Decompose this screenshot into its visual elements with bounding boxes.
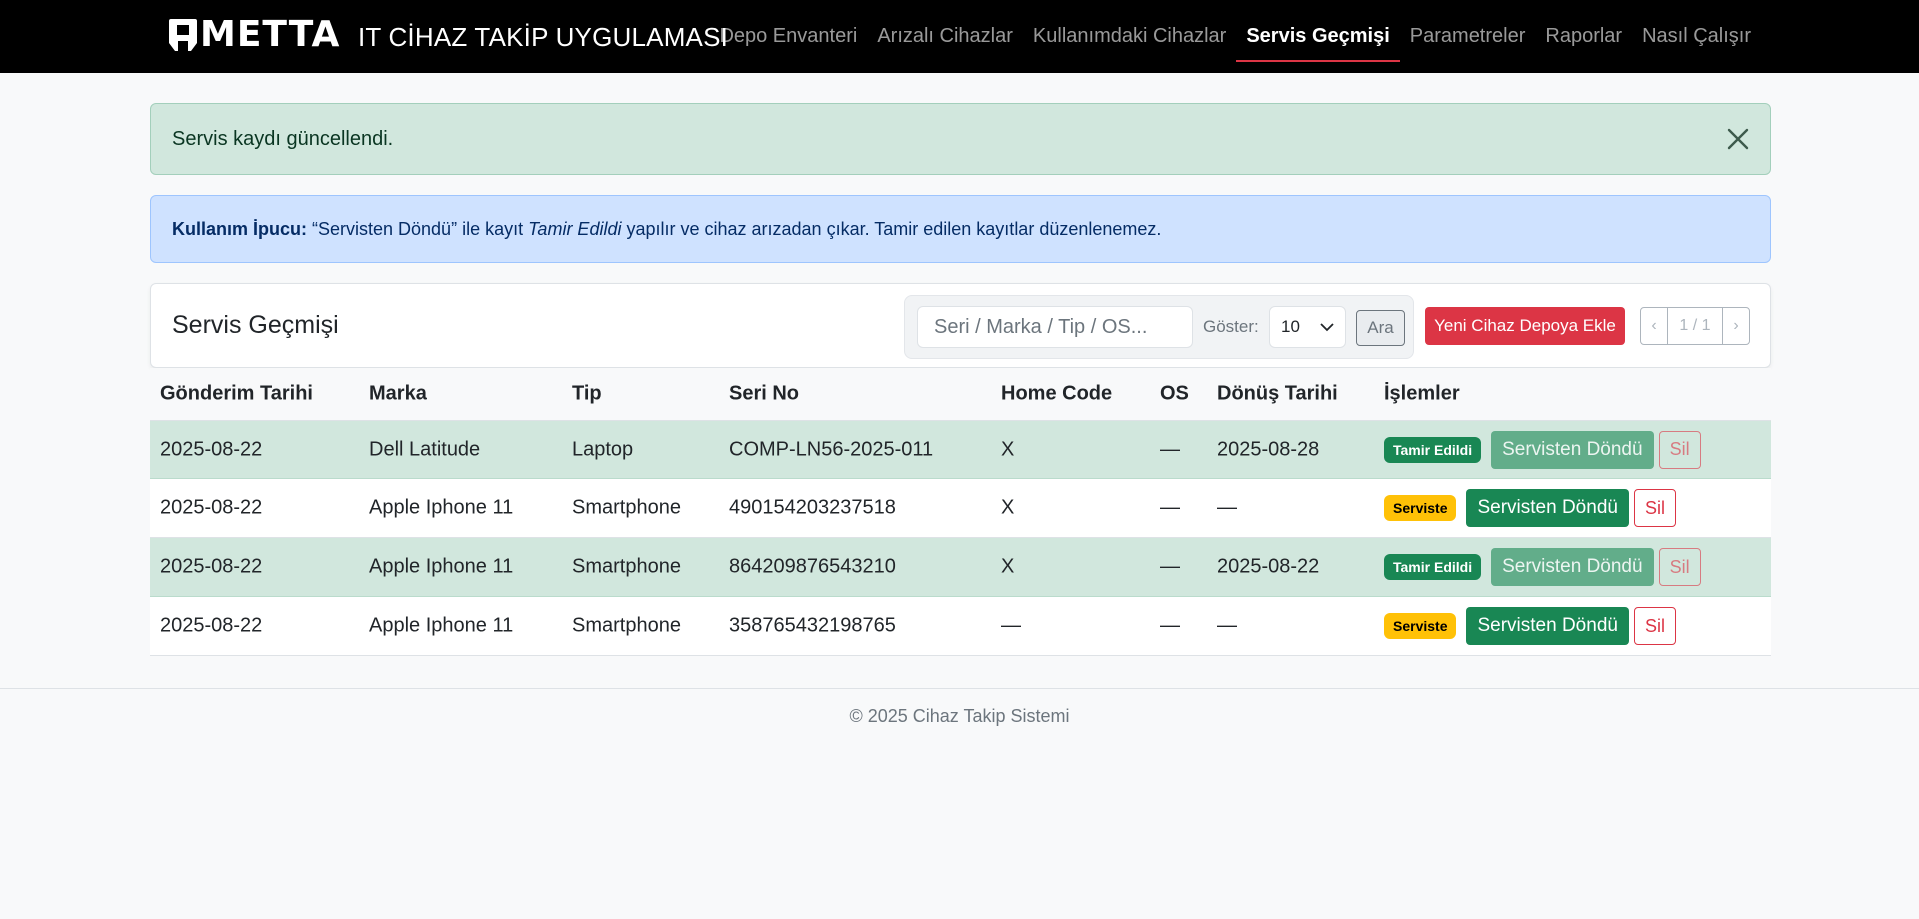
return-date-cell: — <box>1217 614 1237 637</box>
os-cell: — <box>1160 496 1180 519</box>
top-navbar: METTA IT CİHAZ TAKİP UYGULAMASI Depo Env… <box>0 0 1919 73</box>
column-header: Seri No <box>729 382 800 405</box>
delete-button[interactable]: Sil <box>1633 607 1676 645</box>
nav-link-6[interactable]: Nasıl Çalışır <box>1632 0 1761 73</box>
success-alert: Servis kaydı güncellendi. <box>150 103 1771 175</box>
brand-logo[interactable]: METTA <box>168 16 340 54</box>
type-cell: Smartphone <box>572 614 681 637</box>
page-info: 1 / 1 <box>1667 308 1723 344</box>
column-header: OS <box>1160 382 1189 405</box>
nav-link-4[interactable]: Parametreler <box>1400 0 1536 73</box>
home-code-cell: X <box>1001 496 1015 519</box>
column-header: Dönüş Tarihi <box>1217 382 1338 405</box>
pagination: ‹ 1 / 1 › <box>1640 307 1750 345</box>
nav-link-0[interactable]: Depo Envanteri <box>709 0 867 73</box>
actions-cell: Tamir Edildi Servisten Döndü Sil <box>1384 548 1701 586</box>
actions-cell: Serviste Servisten Döndü Sil <box>1384 607 1676 645</box>
return-date-cell: 2025-08-28 <box>1217 438 1320 460</box>
brand-cell: Apple Iphone 11 <box>369 555 514 578</box>
table-row: 2025-08-22 Apple Iphone 11 Smartphone 35876… <box>150 597 1771 656</box>
column-header: Gönderim Tarihi <box>160 382 313 405</box>
actions-cell: Serviste Servisten Döndü Sil <box>1384 489 1676 527</box>
status-badge: Tamir Edildi <box>1384 554 1482 580</box>
brand-cell: Apple Iphone 11 <box>369 496 514 519</box>
nav-link-5[interactable]: Raporlar <box>1535 0 1632 73</box>
main-nav: Depo Envanteri Arızalı Cihazlar Kullanımda… <box>709 0 1761 73</box>
brand-cell: Apple Iphone 11 <box>369 614 514 637</box>
sent-date-cell: 2025-08-22 <box>160 496 263 519</box>
success-message: Servis kaydı güncellendi. <box>172 127 394 150</box>
return-date-cell: 2025-08-22 <box>1217 555 1320 578</box>
nav-link-3[interactable]: Servis Geçmişi <box>1236 0 1401 73</box>
return-from-service-button[interactable]: Servisten Döndü <box>1491 430 1654 469</box>
actions-cell: Tamir Edildi Servisten Döndü Sil <box>1384 430 1701 469</box>
close-icon[interactable] <box>1724 125 1752 153</box>
page-size-value: 10 <box>1281 317 1300 336</box>
table-header: Gönderim Tarihi Marka Tip Seri No Home Code O… <box>150 368 1771 420</box>
column-header: İşlemler <box>1384 382 1460 405</box>
metta-logo-icon <box>169 19 197 51</box>
tip-alert: Kullanım İpucu: “Servisten Döndü” ile ka… <box>150 195 1771 263</box>
return-from-service-button[interactable]: Servisten Döndü <box>1491 548 1654 586</box>
status-badge: Tamir Edildi <box>1384 436 1482 463</box>
nav-link-2[interactable]: Kullanımdaki Cihazlar <box>1023 0 1236 73</box>
tip-text-2: yapılır ve cihaz arızadan çıkar. Tamir e… <box>626 218 1162 239</box>
serial-cell: 358765432198765 <box>729 614 896 637</box>
serial-cell: COMP-LN56-2025-011 <box>729 438 934 460</box>
footer-text: © 2025 Cihaz Takip Sistemi <box>849 706 1070 726</box>
return-from-service-button[interactable]: Servisten Döndü <box>1466 489 1629 527</box>
serial-cell: 490154203237518 <box>729 496 896 519</box>
column-header: Tip <box>572 382 602 405</box>
table-row: 2025-08-22 Dell Latitude Laptop COMP-LN56-2… <box>150 420 1771 479</box>
tip-label: Kullanım İpucu: <box>172 218 307 239</box>
logo-text: METTA <box>200 14 341 55</box>
card-title: Servis Geçmişi <box>172 311 339 339</box>
search-button[interactable]: Ara <box>1356 310 1405 346</box>
table-row: 2025-08-22 Apple Iphone 11 Smartphone 49015… <box>150 479 1771 538</box>
home-code-cell: X <box>1001 438 1015 460</box>
delete-button[interactable]: Sil <box>1633 489 1676 527</box>
filter-toolbar: Göster: 10 Ara <box>904 295 1414 359</box>
type-cell: Smartphone <box>572 555 681 578</box>
os-cell: — <box>1160 614 1180 637</box>
brand-cell: Dell Latitude <box>369 438 481 460</box>
serial-cell: 864209876543210 <box>729 555 896 578</box>
prev-page-button[interactable]: ‹ <box>1641 308 1667 344</box>
tip-text-1: “Servisten Döndü” ile kayıt <box>312 218 524 239</box>
delete-button[interactable]: Sil <box>1658 548 1701 586</box>
delete-button[interactable]: Sil <box>1658 430 1701 469</box>
os-cell: — <box>1160 438 1180 460</box>
sent-date-cell: 2025-08-22 <box>160 614 263 637</box>
status-badge: Serviste <box>1384 613 1457 639</box>
app-title: IT CİHAZ TAKİP UYGULAMASI <box>358 22 729 52</box>
nav-link-1[interactable]: Arızalı Cihazlar <box>867 0 1023 73</box>
column-header: Home Code <box>1001 382 1113 405</box>
show-label: Göster: <box>1203 317 1259 336</box>
next-page-button[interactable]: › <box>1723 308 1749 344</box>
status-badge: Serviste <box>1384 495 1457 521</box>
service-table: Gönderim Tarihi Marka Tip Seri No Home Code O… <box>150 368 1771 656</box>
column-header: Marka <box>369 382 427 405</box>
sent-date-cell: 2025-08-22 <box>160 438 263 460</box>
table-row: 2025-08-22 Apple Iphone 11 Smartphone 86420… <box>150 538 1771 597</box>
tip-text-italic: Tamir Edildi <box>528 218 622 239</box>
sent-date-cell: 2025-08-22 <box>160 555 263 578</box>
return-date-cell: — <box>1217 496 1237 519</box>
home-code-cell: — <box>1001 614 1021 637</box>
type-cell: Smartphone <box>572 496 681 519</box>
home-code-cell: X <box>1001 555 1015 578</box>
add-device-button[interactable]: Yeni Cihaz Depoya Ekle <box>1425 307 1625 345</box>
footer: © 2025 Cihaz Takip Sistemi <box>0 688 1919 758</box>
type-cell: Laptop <box>572 438 634 460</box>
os-cell: — <box>1160 555 1180 578</box>
page-size-select[interactable]: 10 <box>1269 306 1346 348</box>
return-from-service-button[interactable]: Servisten Döndü <box>1466 607 1629 645</box>
search-input[interactable] <box>917 306 1193 348</box>
metta-logo: METTA <box>168 16 340 54</box>
service-history-card: Servis Geçmişi Göster: 10 Ara Yeni Cihaz… <box>150 283 1771 368</box>
chevron-down-icon <box>1320 322 1334 331</box>
